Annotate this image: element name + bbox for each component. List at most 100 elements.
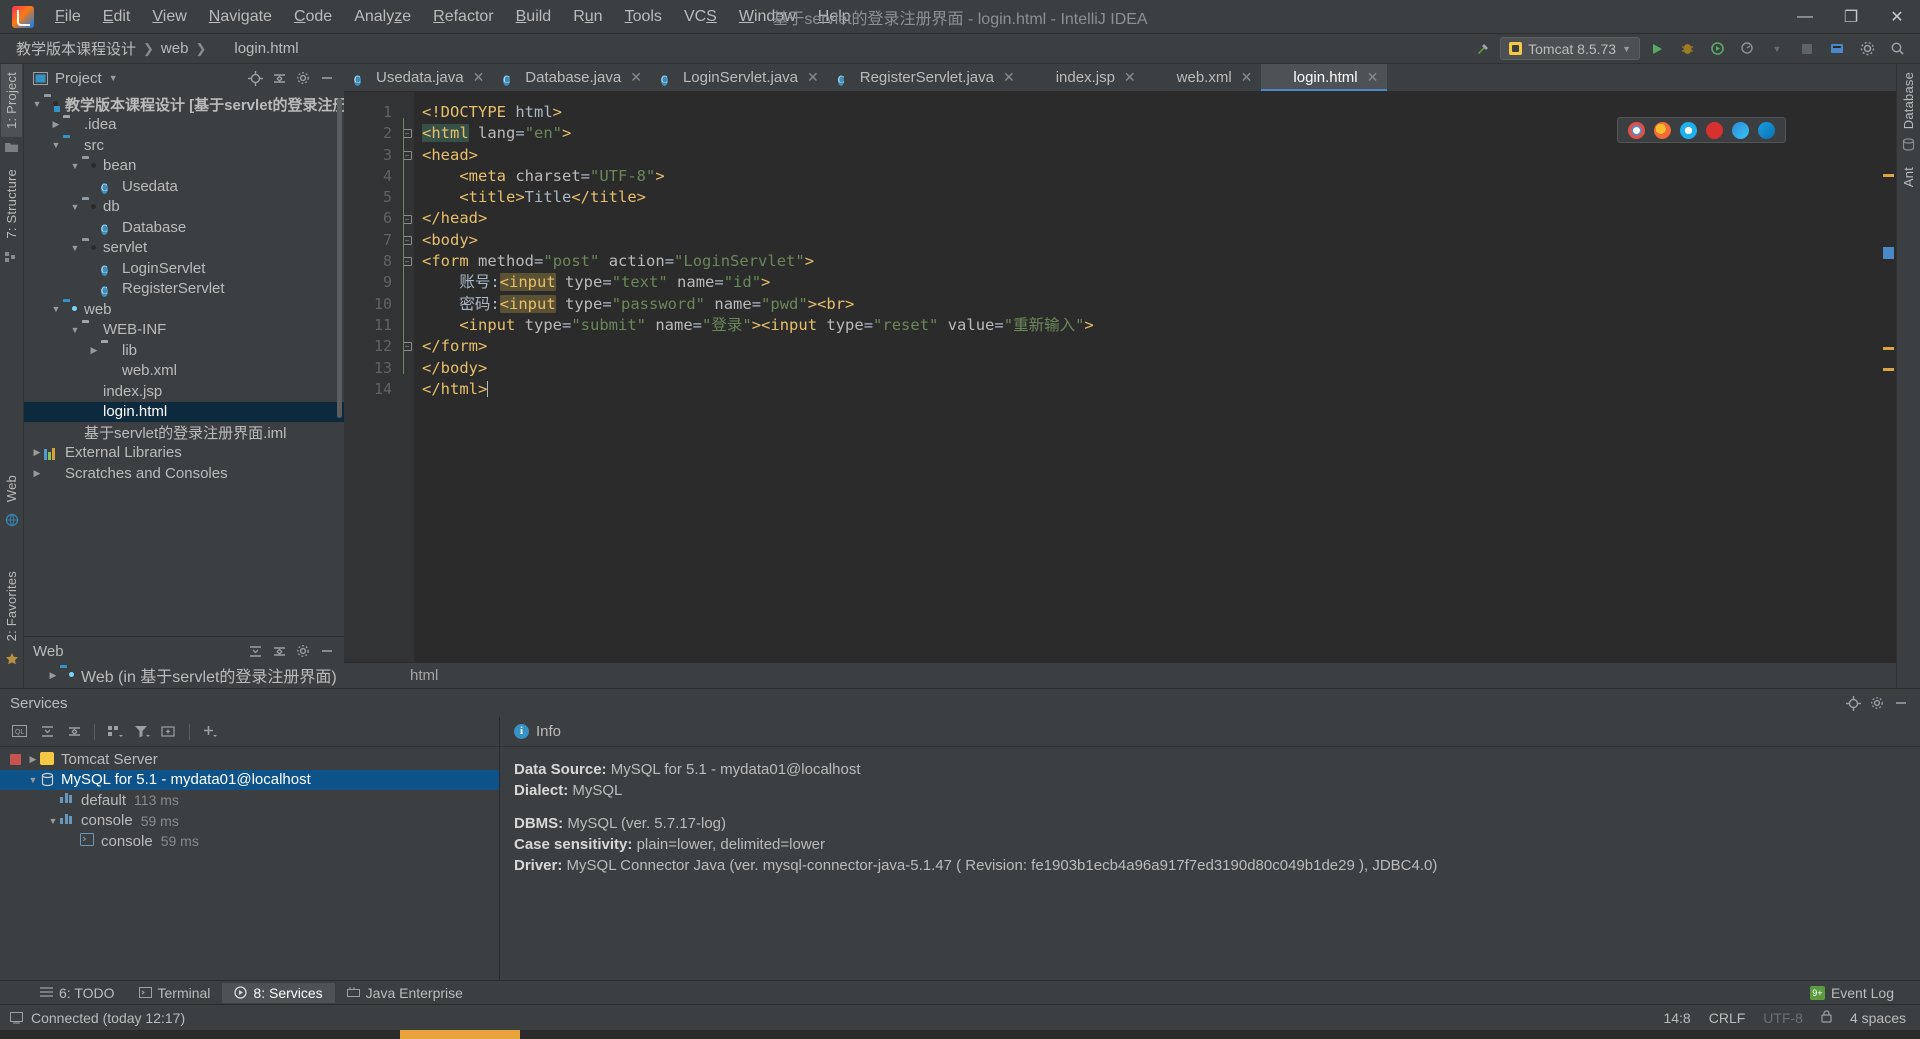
- menu-refactor[interactable]: Refactor: [422, 4, 504, 30]
- expand-arrow-icon[interactable]: ▶: [87, 345, 101, 356]
- run-button[interactable]: [1644, 37, 1670, 61]
- bottom-tab-terminal[interactable]: Terminal: [127, 983, 223, 1003]
- editor-tab[interactable]: C Usedata.java ✕: [344, 64, 493, 91]
- tree-row[interactable]: ▶CUsedata: [24, 176, 344, 197]
- menu-run[interactable]: Run: [562, 4, 613, 30]
- tree-row[interactable]: ▼ web: [24, 299, 344, 320]
- code-editor[interactable]: <!DOCTYPE html> <html lang="en"> <head> <m…: [414, 92, 1880, 662]
- services-tree[interactable]: ▶ Tomcat Server ▼ MySQL for 5.1 - mydata01@…: [0, 747, 499, 980]
- close-tab-icon[interactable]: ✕: [807, 69, 819, 86]
- services-tree-row[interactable]: ▼ console 59 ms: [0, 811, 499, 832]
- tree-row[interactable]: ▶Hlogin.html: [24, 401, 344, 422]
- sidebar-item-favorites[interactable]: 2: Favorites: [1, 563, 22, 649]
- tree-row[interactable]: ▶CDatabase: [24, 217, 344, 238]
- close-tab-icon[interactable]: ✕: [1367, 69, 1379, 86]
- tree-row[interactable]: ▶ lib: [24, 340, 344, 361]
- tree-row[interactable]: ▶ .idea: [24, 115, 344, 136]
- safari-icon[interactable]: [1680, 121, 1697, 139]
- group-by-icon[interactable]: [103, 720, 127, 744]
- collapse-arrow-icon[interactable]: ▼: [26, 775, 40, 785]
- project-settings-gear-icon[interactable]: [292, 67, 314, 89]
- sidebar-item-ant[interactable]: Ant: [1898, 159, 1919, 195]
- new-tab-icon[interactable]: [157, 720, 181, 744]
- expand-arrow-icon[interactable]: ▶: [49, 119, 63, 130]
- update-application-icon[interactable]: [1824, 37, 1850, 61]
- chevron-down-profiler-icon[interactable]: ▼: [1764, 37, 1790, 61]
- line-separator[interactable]: CRLF: [1709, 1010, 1746, 1026]
- tree-row[interactable]: ▼ WEB-INF: [24, 320, 344, 341]
- close-tab-icon[interactable]: ✕: [1003, 69, 1015, 86]
- expand-all-services-icon[interactable]: [35, 720, 59, 744]
- firefox-icon[interactable]: [1654, 121, 1671, 139]
- filter-icon[interactable]: [130, 720, 154, 744]
- tree-row[interactable]: ▶ Scratches and Consoles: [24, 463, 344, 484]
- services-target-icon[interactable]: [1842, 692, 1864, 714]
- code-line[interactable]: <form method="post" action="LoginServlet…: [422, 251, 1880, 272]
- code-line[interactable]: <meta charset="UTF-8">: [422, 166, 1880, 187]
- search-everywhere-icon[interactable]: [1884, 37, 1910, 61]
- profiler-button[interactable]: [1734, 37, 1760, 61]
- bottom-tab-todo[interactable]: 6: TODO: [28, 983, 127, 1003]
- web-settings-gear-icon[interactable]: [292, 640, 314, 662]
- editor-tabs[interactable]: C Usedata.java ✕ C Database.java ✕ C LoginServl…: [344, 64, 1896, 92]
- code-line[interactable]: <input type="submit" name="登录"><input ty…: [422, 315, 1880, 336]
- menu-file[interactable]: File: [44, 4, 92, 30]
- collapse-all-icon-web[interactable]: [268, 640, 290, 662]
- tree-row[interactable]: ▶CLoginServlet: [24, 258, 344, 279]
- browser-preview-popup[interactable]: [1617, 117, 1786, 143]
- menu-view[interactable]: View: [141, 4, 197, 30]
- editor-tab[interactable]: < web.xml ✕: [1145, 64, 1262, 91]
- services-tree-row[interactable]: ▼ MySQL for 5.1 - mydata01@localhost: [0, 769, 499, 790]
- bottom-tab-java-enterprise[interactable]: Java Enterprise: [335, 983, 475, 1003]
- menu-help[interactable]: Help: [807, 4, 862, 30]
- collapse-arrow-icon[interactable]: ▼: [46, 816, 60, 826]
- project-panel-title-dropdown[interactable]: Project ▼: [33, 70, 118, 87]
- collapse-all-icon[interactable]: [268, 67, 290, 89]
- expand-arrow-icon[interactable]: ▶: [46, 670, 60, 681]
- close-button[interactable]: ✕: [1874, 0, 1920, 33]
- services-tree-row[interactable]: ▶ Tomcat Server: [0, 749, 499, 770]
- code-line[interactable]: </head>: [422, 208, 1880, 229]
- tree-row[interactable]: ▶ External Libraries: [24, 443, 344, 464]
- settings-gear-icon[interactable]: [1854, 37, 1880, 61]
- hide-services-panel-icon[interactable]: [1890, 692, 1912, 714]
- collapse-arrow-icon[interactable]: ▼: [49, 304, 63, 314]
- opera-icon[interactable]: [1706, 121, 1723, 139]
- tree-row[interactable]: ▼ db: [24, 197, 344, 218]
- code-line[interactable]: </html>: [422, 379, 1880, 400]
- select-opened-file-icon[interactable]: [244, 67, 266, 89]
- menu-vcs[interactable]: VCS: [673, 4, 728, 30]
- tree-row[interactable]: ▼ src: [24, 135, 344, 156]
- collapse-arrow-icon[interactable]: ▼: [30, 99, 44, 109]
- close-tab-icon[interactable]: ✕: [1124, 69, 1136, 86]
- tree-row[interactable]: ▼ bean: [24, 156, 344, 177]
- maximize-button[interactable]: ❐: [1828, 0, 1874, 33]
- indent-setting[interactable]: 4 spaces: [1850, 1010, 1906, 1026]
- collapse-all-services-icon[interactable]: [62, 720, 86, 744]
- code-line[interactable]: <title>Title</title>: [422, 187, 1880, 208]
- expand-all-icon[interactable]: [244, 640, 266, 662]
- services-tree-row[interactable]: ▶console59 ms: [0, 831, 499, 852]
- build-hammer-icon[interactable]: [1470, 37, 1496, 61]
- project-tree[interactable]: ▼教学版本课程设计 [基于servlet的登录注册界面]▶.idea▼src▼b…: [24, 92, 344, 636]
- code-line[interactable]: <body>: [422, 230, 1880, 251]
- hide-web-panel-icon[interactable]: [316, 640, 338, 662]
- project-tree-scrollbar[interactable]: [337, 98, 342, 418]
- close-tab-icon[interactable]: ✕: [1241, 69, 1253, 86]
- minimize-button[interactable]: —: [1782, 0, 1828, 33]
- sidebar-item-structure[interactable]: 7: Structure: [1, 161, 22, 247]
- editor-tab[interactable]: C RegisterServlet.java ✕: [828, 64, 1024, 91]
- file-encoding[interactable]: UTF-8: [1763, 1010, 1803, 1026]
- fold-marker[interactable]: [400, 379, 414, 400]
- collapse-arrow-icon[interactable]: ▼: [68, 161, 82, 171]
- menu-navigate[interactable]: Navigate: [198, 4, 283, 30]
- expand-arrow-icon[interactable]: ▶: [30, 447, 44, 458]
- editor-markers-rail[interactable]: [1880, 92, 1896, 662]
- run-configuration-selector[interactable]: Tomcat 8.5.73 ▼: [1500, 37, 1640, 60]
- caret-position[interactable]: 14:8: [1663, 1010, 1690, 1026]
- tree-row[interactable]: ▼ servlet: [24, 238, 344, 259]
- ie-icon[interactable]: [1758, 121, 1775, 139]
- web-tree-item[interactable]: ▶ Web (in 基于servlet的登录注册界面): [24, 665, 344, 686]
- menu-edit[interactable]: Edit: [92, 4, 142, 30]
- menu-analyze[interactable]: Analyze: [343, 4, 422, 30]
